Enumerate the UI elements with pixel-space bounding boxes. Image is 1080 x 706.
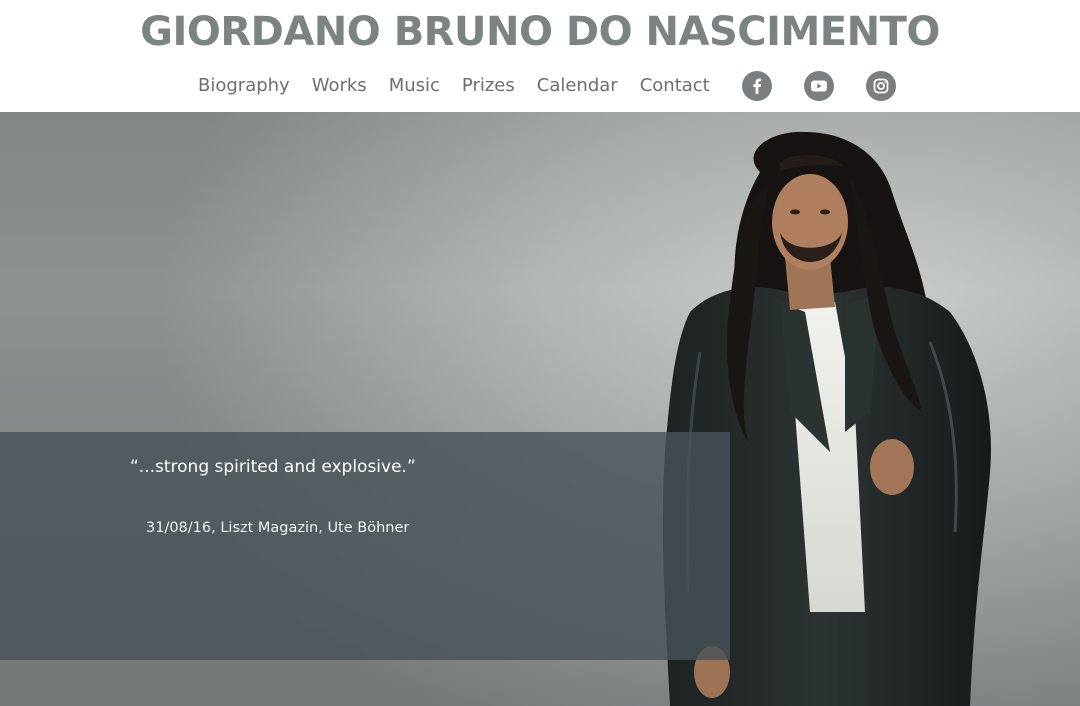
- quote-panel: “...strong spirited and explosive.” 31/0…: [0, 432, 730, 660]
- nav-biography[interactable]: Biography: [198, 70, 290, 102]
- site-header: GIORDANO BRUNO DO NASCIMENTO Biography W…: [0, 0, 1080, 112]
- instagram-icon[interactable]: [865, 71, 896, 101]
- main-nav: Biography Works Music Prizes Calendar Co…: [198, 70, 896, 102]
- nav-works[interactable]: Works: [312, 70, 367, 102]
- site-title[interactable]: GIORDANO BRUNO DO NASCIMENTO: [0, 8, 1080, 56]
- facebook-icon[interactable]: [741, 71, 772, 101]
- nav-contact[interactable]: Contact: [640, 70, 710, 102]
- hero-banner: “...strong spirited and explosive.” 31/0…: [0, 112, 1080, 706]
- nav-music[interactable]: Music: [389, 70, 440, 102]
- press-quote: “...strong spirited and explosive.”: [130, 457, 416, 477]
- nav-calendar[interactable]: Calendar: [537, 70, 618, 102]
- nav-prizes[interactable]: Prizes: [462, 70, 515, 102]
- youtube-icon[interactable]: [803, 71, 834, 101]
- quote-source: 31/08/16, Liszt Magazin, Ute Böhner: [146, 520, 410, 536]
